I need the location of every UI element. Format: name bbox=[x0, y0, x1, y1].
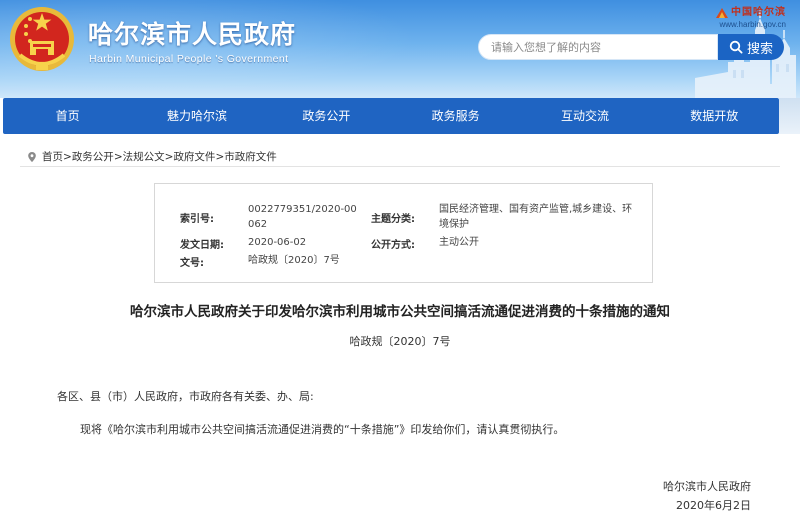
portal-brand-name: 中国哈尔滨 bbox=[731, 7, 786, 18]
breadcrumb-separator: > bbox=[164, 150, 174, 163]
portal-brand[interactable]: 中国哈尔滨 www.harbin.gov.cn bbox=[715, 3, 786, 29]
location-pin-icon bbox=[28, 151, 36, 162]
site-name-english: Harbin Municipal People 's Government bbox=[89, 53, 289, 65]
document-number: 哈政规〔2020〕7号 bbox=[349, 335, 451, 348]
document-salutation: 各区、县（市）人民政府，市政府各有关委、办、局: bbox=[57, 390, 314, 403]
search-box bbox=[478, 34, 718, 60]
nav-item-open-data[interactable]: 数据开放 bbox=[650, 98, 779, 134]
document-title: 哈尔滨市人民政府关于印发哈尔滨市利用城市公共空间搞活流通促进消费的十条措施的通知 bbox=[130, 304, 670, 320]
portal-url: www.harbin.gov.cn bbox=[719, 19, 786, 29]
document-date: 2020年6月2日 bbox=[676, 499, 751, 512]
search-icon bbox=[729, 40, 743, 54]
nav-item-gov-services[interactable]: 政务服务 bbox=[391, 98, 520, 134]
breadcrumb-gov-documents[interactable]: 政府文件 bbox=[173, 149, 215, 164]
nav-edge-decoration bbox=[779, 98, 800, 134]
nav-item-gov-affairs-disclosure[interactable]: 政务公开 bbox=[262, 98, 391, 134]
nav-item-home[interactable]: 首页 bbox=[3, 98, 132, 134]
search-button[interactable]: 搜索 bbox=[718, 34, 784, 60]
nav-item-charm-harbin[interactable]: 魅力哈尔滨 bbox=[132, 98, 261, 134]
breadcrumb-divider bbox=[20, 166, 780, 167]
doc-number-label: 文号: bbox=[180, 258, 204, 269]
breadcrumb-separator: > bbox=[63, 150, 72, 163]
issue-date-value: 2020-06-02 bbox=[248, 237, 307, 248]
doc-number-value: 哈政规〔2020〕7号 bbox=[248, 255, 340, 266]
main-nav: 首页 魅力哈尔滨 政务公开 政务服务 互动交流 数据开放 bbox=[3, 98, 779, 134]
document-signer: 哈尔滨市人民政府 bbox=[663, 480, 751, 493]
site-name: 哈尔滨市人民政府 bbox=[88, 20, 297, 49]
national-emblem-icon bbox=[10, 7, 74, 71]
document-body-paragraph: 现将《哈尔滨市利用城市公共空间搞活流通促进消费的“十条措施”》印发给你们，请认真… bbox=[80, 423, 565, 436]
document-meta-card: 索引号: 0022779351/2020-00062 主题分类: 国民经济管理、… bbox=[154, 183, 653, 283]
search-button-label: 搜索 bbox=[746, 41, 773, 57]
breadcrumb-regulations[interactable]: 法规公文 bbox=[123, 149, 165, 164]
nav-item-interaction[interactable]: 互动交流 bbox=[520, 98, 649, 134]
index-label: 索引号: bbox=[180, 214, 214, 225]
search-input[interactable] bbox=[479, 35, 717, 59]
disclosure-label: 公开方式: bbox=[371, 240, 415, 251]
disclosure-value: 主动公开 bbox=[439, 237, 479, 248]
topic-label: 主题分类: bbox=[371, 214, 415, 225]
portal-logo-icon bbox=[716, 7, 728, 18]
breadcrumb-gov-affairs[interactable]: 政务公开 bbox=[72, 149, 114, 164]
breadcrumb-municipal-documents[interactable]: 市政府文件 bbox=[224, 149, 277, 164]
issue-date-label: 发文日期: bbox=[180, 240, 224, 251]
index-value: 0022779351/2020-00062 bbox=[248, 204, 357, 230]
topic-value: 国民经济管理、国有资产监管,城乡建设、环境保护 bbox=[439, 204, 633, 230]
breadcrumb-separator: > bbox=[215, 150, 225, 163]
breadcrumb: 首页 > 政务公开 > 法规公文 > 政府文件 > 市政府文件 bbox=[26, 149, 277, 164]
breadcrumb-separator: > bbox=[113, 150, 123, 163]
breadcrumb-home[interactable]: 首页 bbox=[42, 149, 63, 164]
